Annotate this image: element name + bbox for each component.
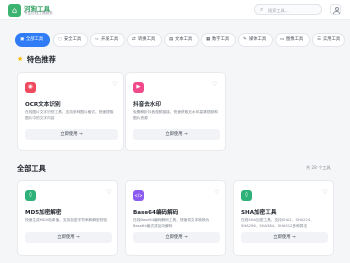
search-box[interactable]: ⌕ xyxy=(254,4,322,15)
tool-count: 共 28 个工具 xyxy=(306,165,331,170)
top-header: ⌂ 河狗工具 专注在线工具服务 ⌕ xyxy=(0,0,350,20)
all-tools-title: 全部工具 xyxy=(17,164,46,173)
tab-label: 实用工具 xyxy=(323,37,341,42)
code-icon: </> xyxy=(133,190,144,201)
search-icon: ⌕ xyxy=(260,6,264,13)
card-title: 抖音去水印 xyxy=(133,102,161,108)
tab-utility[interactable]: ☰ 实用工具 xyxy=(312,33,345,47)
card-description: 在线图片文字识别工具，支持多种图片格式，快速提取图片中的文字内容 xyxy=(25,110,114,120)
video-icon: ▶ xyxy=(133,82,144,93)
tab-label: 全部工具 xyxy=(26,37,44,42)
tab-label: 文本工具 xyxy=(175,37,193,42)
use-now-button[interactable]: 立即使用 → xyxy=(133,129,220,140)
featured-title: 特色推荐 xyxy=(27,55,56,64)
use-now-button[interactable]: 立即使用 → xyxy=(241,232,328,243)
card-title: MD5加密解密 xyxy=(25,210,62,216)
tab-security[interactable]: ◌ 安全工具 xyxy=(53,33,88,47)
tab-text[interactable]: ▤ 文本工具 xyxy=(164,33,199,47)
card-title: SHA加密工具 xyxy=(241,210,277,216)
tool-card-md5[interactable]: ◊ ♡ MD5加密解密 快速生成MD5哈希值，支持加密字符串和解密校验 立即使用… xyxy=(17,180,118,256)
card-description: 在线Base64编码解码工具，快速将文本转换为Base64格式或反向解码 xyxy=(133,218,210,228)
use-now-button[interactable]: 立即使用 → xyxy=(25,232,112,243)
tool-card-sha[interactable]: ◊ ♡ SHA加密工具 在线SHA加密工具，支持SHA1、SHA224、SHA2… xyxy=(233,180,334,256)
tab-label: 数字工具 xyxy=(212,37,230,42)
card-description: 免费解析抖音视频链接，快速获取无水印高清视频和图片资源 xyxy=(133,110,218,120)
featured-card-ocr[interactable]: ◉ ♡ OCR文本识别 在线图片文字识别工具，支持多种图片格式，快速提取图片中的… xyxy=(17,72,124,151)
tab-dev[interactable]: ‹› 开发工具 xyxy=(90,33,125,47)
shield-icon: ◊ xyxy=(25,190,36,201)
use-now-button[interactable]: 立即使用 → xyxy=(25,129,118,140)
card-description: 在线SHA加密工具，支持SHA1、SHA224、SHA256、SHA384、SH… xyxy=(241,218,314,228)
tool-card-base64[interactable]: </> ♡ Base64编码解码 在线Base64编码解码工具，快速将文本转换为… xyxy=(125,180,226,256)
favorite-heart-icon[interactable]: ♡ xyxy=(212,81,217,89)
tab-number[interactable]: ▦ 数字工具 xyxy=(201,33,236,47)
tab-label: 安全工具 xyxy=(64,37,82,42)
search-input[interactable] xyxy=(268,6,320,14)
favorite-heart-icon[interactable]: ♡ xyxy=(106,189,111,197)
card-title: Base64编码解码 xyxy=(133,210,179,216)
favorite-heart-icon[interactable]: ♡ xyxy=(322,189,327,197)
card-description: 快速生成MD5哈希值，支持加密字符串和解密校验 xyxy=(25,218,108,222)
use-now-button[interactable]: 立即使用 → xyxy=(133,232,220,243)
logo-icon[interactable]: ⌂ xyxy=(8,4,21,17)
shield-icon: ◊ xyxy=(241,190,252,201)
tab-convert[interactable]: ⇄ 转换工具 xyxy=(127,33,162,47)
favorite-heart-icon[interactable]: ♡ xyxy=(214,189,219,197)
star-icon: ★ xyxy=(17,55,24,63)
category-tabs: ▣ 全部工具 ◌ 安全工具 ‹› 开发工具 ⇄ 转换工具 ▤ 文本工具 ▦ 数字工具 ✎ 媒体… xyxy=(15,33,345,47)
featured-card-douyin[interactable]: ▶ ♡ 抖音去水印 免费解析抖音视频链接，快速获取无水印高清视频和图片资源 立即… xyxy=(125,72,226,151)
tab-all[interactable]: ▣ 全部工具 xyxy=(15,33,50,47)
card-title: OCR文本识别 xyxy=(25,102,61,108)
brand-subtitle: 专注在线工具服务 xyxy=(24,11,53,15)
camera-icon: ◉ xyxy=(25,82,36,93)
tab-label: 开发工具 xyxy=(101,37,119,42)
tab-media[interactable]: ✎ 媒体工具 xyxy=(238,33,273,47)
tab-label: 图像工具 xyxy=(286,37,304,42)
tab-label: 媒体工具 xyxy=(249,37,267,42)
tab-label: 转换工具 xyxy=(138,37,156,42)
tab-image[interactable]: ▭ 图像工具 xyxy=(275,33,310,47)
favorite-heart-icon[interactable]: ♡ xyxy=(112,81,117,89)
user-icon[interactable] xyxy=(330,4,341,15)
